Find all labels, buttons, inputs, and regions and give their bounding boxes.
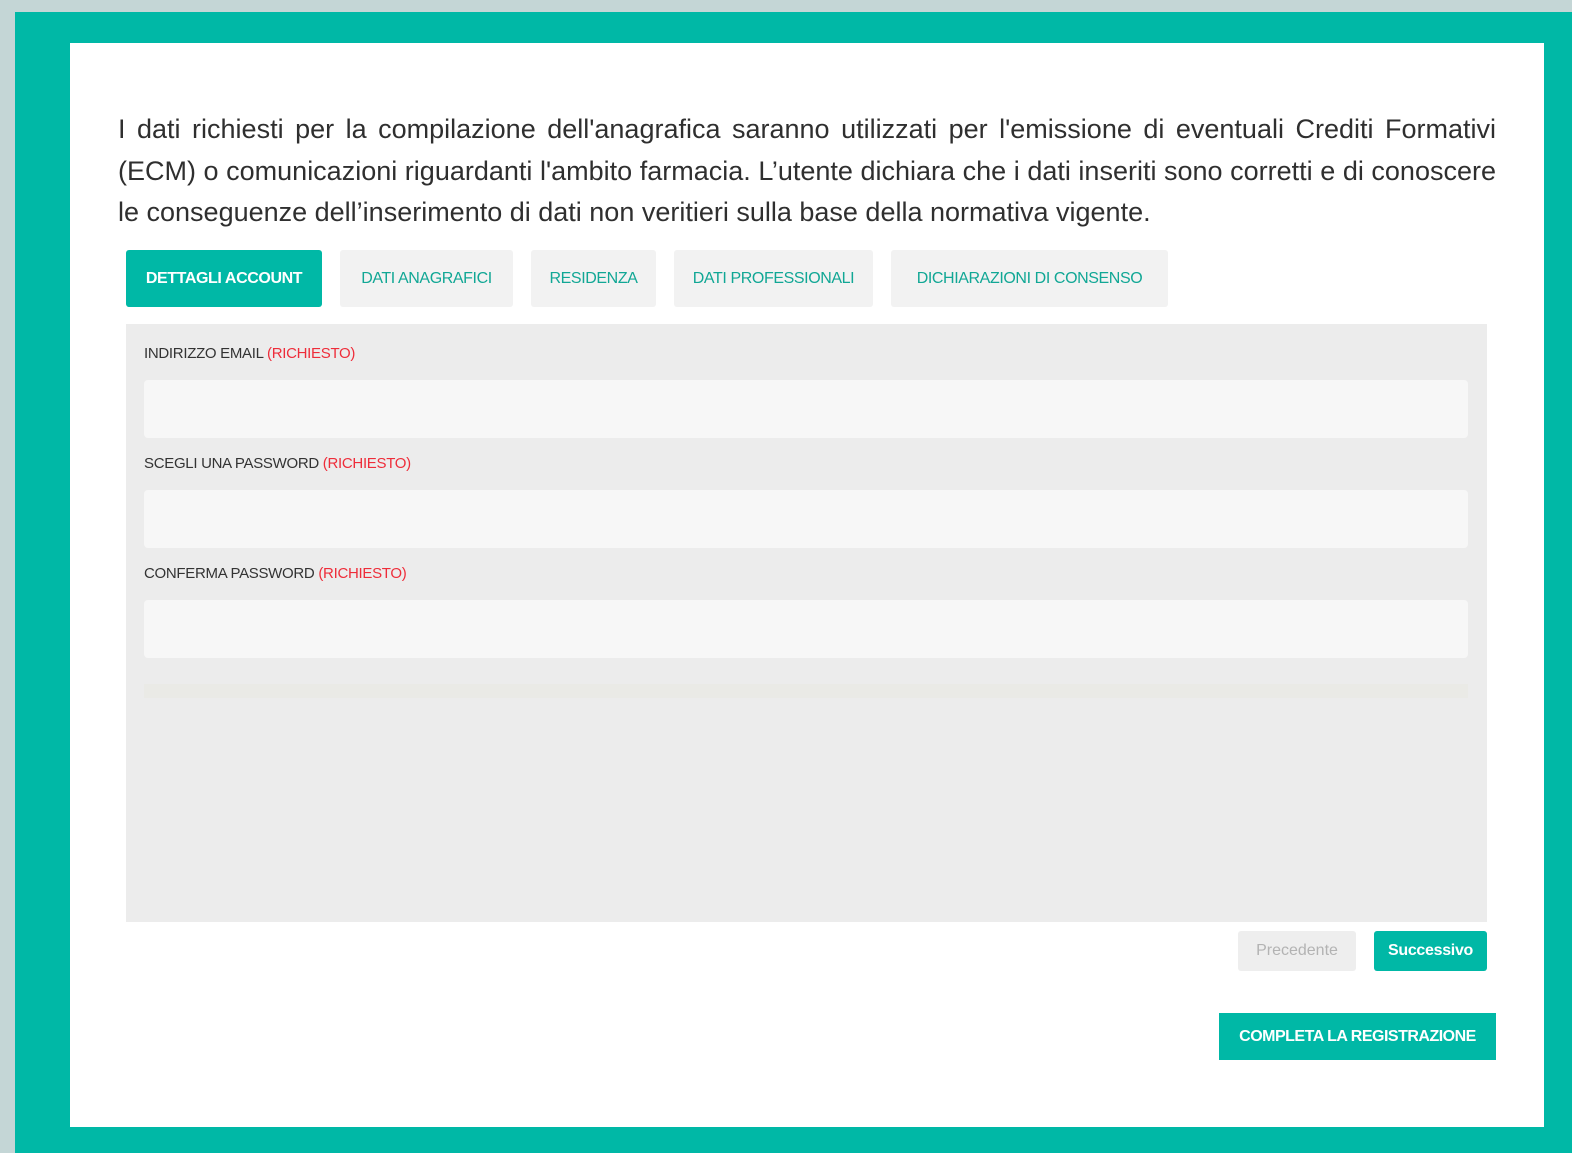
password-label-text: SCEGLI UNA PASSWORD <box>144 455 319 472</box>
complete-registration-button[interactable]: COMPLETA LA REGISTRAZIONE <box>1219 1013 1496 1060</box>
confirm-password-label: CONFERMA PASSWORD (RICHIESTO) <box>144 549 1468 599</box>
tab-dati-professionali[interactable]: DATI PROFESSIONALI <box>674 250 873 307</box>
intro-text: I dati richiesti per la compilazione del… <box>118 114 1496 227</box>
tab-residenza[interactable]: RESIDENZA <box>531 250 656 307</box>
confirm-password-field[interactable] <box>144 600 1468 658</box>
password-label: SCEGLI UNA PASSWORD (RICHIESTO) <box>144 439 1468 489</box>
next-button[interactable]: Successivo <box>1374 931 1487 971</box>
email-required-label: (RICHIESTO) <box>267 345 356 362</box>
previous-button[interactable]: Precedente <box>1238 931 1356 971</box>
tab-dettagli-account[interactable]: DETTAGLI ACCOUNT <box>126 250 322 307</box>
form-divider <box>144 684 1468 698</box>
password-required-label: (RICHIESTO) <box>322 455 411 472</box>
email-field[interactable] <box>144 380 1468 438</box>
tab-dati-anagrafici[interactable]: DATI ANAGRAFICI <box>340 250 513 307</box>
form-panel: INDIRIZZO EMAIL (RICHIESTO) SCEGLI UNA P… <box>126 324 1487 922</box>
confirm-password-label-text: CONFERMA PASSWORD <box>144 565 315 582</box>
email-label: INDIRIZZO EMAIL (RICHIESTO) <box>144 329 1468 379</box>
password-field[interactable] <box>144 490 1468 548</box>
confirm-password-required-label: (RICHIESTO) <box>318 565 407 582</box>
tab-dichiarazioni-di-consenso[interactable]: DICHIARAZIONI DI CONSENSO <box>891 250 1168 307</box>
email-label-text: INDIRIZZO EMAIL <box>144 345 264 362</box>
registration-card: I dati richiesti per la compilazione del… <box>70 43 1544 1127</box>
